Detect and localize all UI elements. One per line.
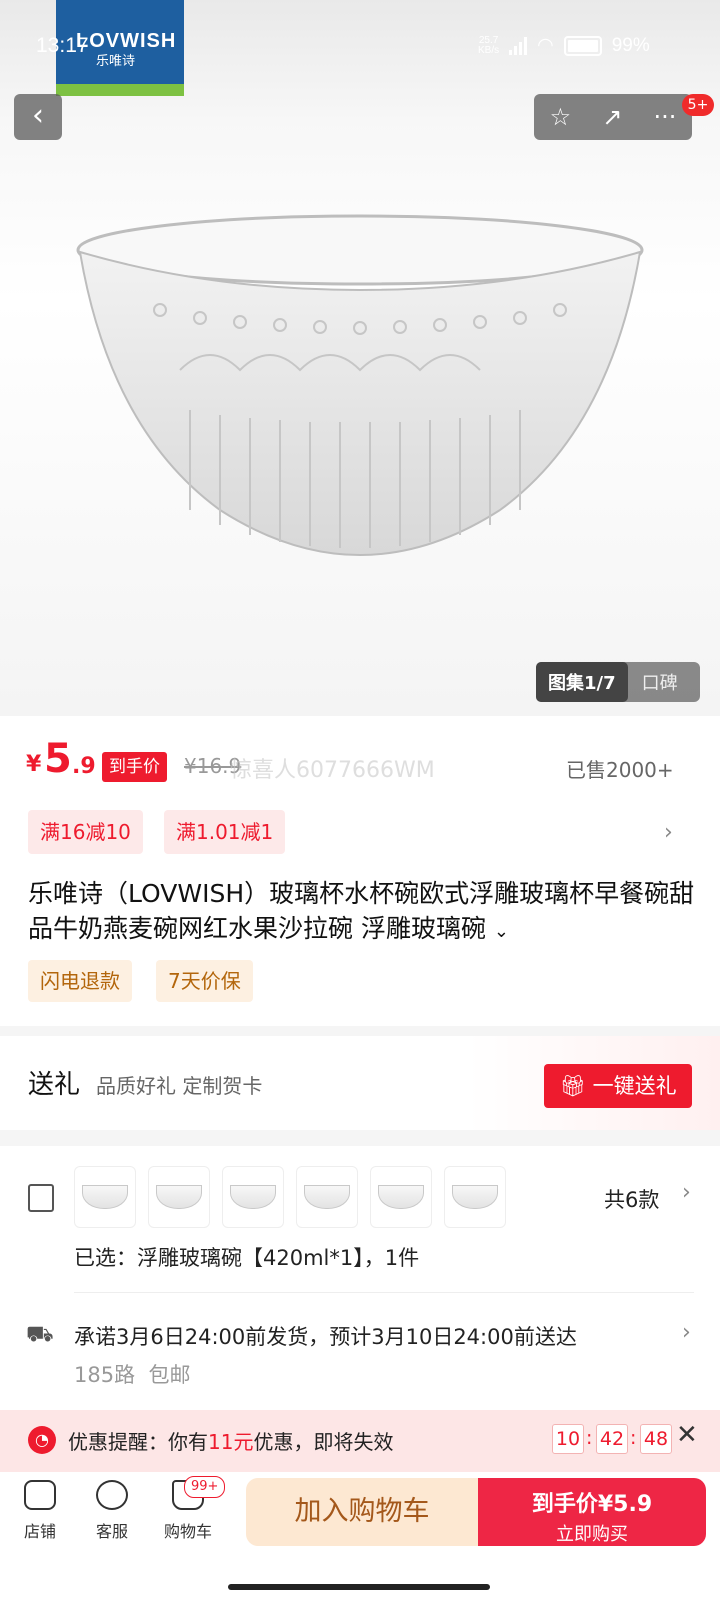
product-image-glass-bowl — [76, 214, 644, 557]
notification-badge: 5+ — [682, 94, 714, 116]
sku-thumbnail[interactable] — [370, 1166, 432, 1228]
gallery-tabs: 图集1/7 口碑 — [536, 662, 700, 702]
nav-service[interactable]: 客服 — [84, 1480, 140, 1542]
price-integer: 5 — [44, 736, 72, 782]
chevron-right-icon[interactable]: › — [682, 1320, 691, 1345]
gift-title: 送礼 — [28, 1070, 81, 1100]
sku-thumbnail[interactable] — [148, 1166, 210, 1228]
watermark: 惊喜人6077666WM — [230, 758, 435, 783]
status-time: 13:17 — [36, 34, 89, 57]
sku-count[interactable]: 共6款 — [604, 1184, 659, 1214]
price-currency: ¥ — [26, 752, 42, 777]
battery-level: 99% — [611, 34, 650, 56]
promo-tag[interactable]: 满1.01减1 — [164, 810, 286, 854]
star-icon[interactable]: ☆ — [550, 103, 572, 131]
sku-thumbnail[interactable] — [296, 1166, 358, 1228]
top-actions: ☆ ↗ ··· — [534, 94, 692, 140]
sku-thumbnail[interactable] — [74, 1166, 136, 1228]
cart-badge: 99+ — [184, 1476, 226, 1498]
buy-now-button[interactable]: 到手价¥5.9 立即购买 — [478, 1478, 706, 1546]
promo-tag[interactable]: 满16减10 — [28, 810, 143, 854]
more-icon[interactable]: ··· — [654, 103, 677, 131]
store-icon — [24, 1480, 56, 1510]
back-button[interactable]: ‹ — [14, 94, 62, 140]
chevron-right-icon[interactable]: › — [664, 820, 673, 845]
reminder-text: 优惠提醒：你有11元优惠，即将失效 — [68, 1430, 394, 1454]
wifi-icon: ◠ — [537, 35, 554, 56]
chevron-left-icon: ‹ — [32, 98, 44, 133]
sku-thumbnail[interactable] — [444, 1166, 506, 1228]
product-title[interactable]: 乐唯诗（LOVWISH）玻璃杯水杯碗欧式浮雕玻璃杯早餐碗甜品牛奶燕麦碗网红水果沙… — [28, 876, 698, 949]
tab-reviews[interactable]: 口碑 — [628, 662, 692, 702]
chevron-down-icon[interactable]: ⌄ — [494, 921, 509, 942]
battery-icon — [563, 35, 602, 56]
chat-icon — [96, 1480, 128, 1510]
add-to-cart-button[interactable]: 加入购物车 — [246, 1478, 478, 1546]
close-icon[interactable]: ✕ — [676, 1420, 698, 1450]
shipping-info[interactable]: 承诺3月6日24:00前发货，预计3月10日24:00前送达 185路 包邮 — [74, 1318, 654, 1394]
status-icons: 25.7 KB/s ◠ 99% — [478, 34, 650, 57]
share-icon[interactable]: ↗ — [602, 103, 622, 131]
service-tag: 7天价保 — [156, 960, 253, 1002]
chevron-right-icon[interactable]: › — [682, 1180, 691, 1205]
nav-store[interactable]: 店铺 — [12, 1480, 68, 1542]
countdown-seconds: 48 — [640, 1424, 672, 1454]
final-price-tag: 到手价 — [102, 752, 167, 782]
gift-subtitle: 品质好礼 定制贺卡 — [96, 1074, 263, 1098]
price-decimal: .9 — [72, 754, 96, 779]
gift-button[interactable]: 🎁︎ 一键送礼 — [544, 1064, 692, 1108]
sku-thumbnail[interactable] — [222, 1166, 284, 1228]
countdown-hours: 10 — [552, 1424, 584, 1454]
signal-icon — [509, 36, 528, 55]
gift-icon: 🎁︎ — [559, 1074, 593, 1098]
service-tag: 闪电退款 — [28, 960, 132, 1002]
home-indicator[interactable] — [228, 1584, 490, 1590]
truck-icon: ⛟ — [26, 1322, 54, 1347]
net-speed: 25.7 KB/s — [478, 34, 500, 56]
sold-count: 已售2000+ — [566, 758, 674, 782]
tab-gallery[interactable]: 图集1/7 — [536, 662, 628, 702]
divider — [74, 1292, 694, 1293]
countdown-minutes: 42 — [596, 1424, 628, 1454]
sku-icon — [28, 1184, 54, 1212]
clock-icon: ◔ — [28, 1426, 56, 1454]
selected-sku[interactable]: 已选：浮雕玻璃碗【420ml*1】，1件 — [74, 1242, 419, 1272]
